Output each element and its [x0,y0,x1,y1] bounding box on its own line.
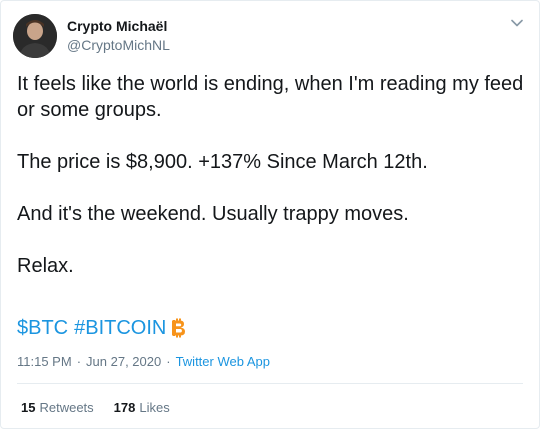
meta-separator: · [166,354,171,369]
tweet-paragraph: The price is $8,900. +137% Since March 1… [17,151,428,173]
author-display-name[interactable]: Crypto Michaël [67,17,170,36]
retweets-stat[interactable]: 15 Retweets [21,399,94,417]
tweet-header: Crypto Michaël @CryptoMichNL [13,11,170,61]
hashtag-link[interactable]: #BITCOIN [74,315,166,341]
tweet-time[interactable]: 11:15 PM [17,353,72,371]
meta-separator: · [76,354,82,369]
author-names: Crypto Michaël @CryptoMichNL [67,17,170,55]
retweets-count: 15 [21,400,36,415]
avatar[interactable] [13,14,57,58]
likes-label: Likes [139,400,170,415]
tweet-stats: 15 Retweets 178 Likes [21,399,170,417]
tweet-paragraph: It feels like the world is ending, when … [17,73,524,121]
tweet-meta: 11:15 PM · Jun 27, 2020 · Twitter Web Ap… [17,353,270,371]
tweet-date[interactable]: Jun 27, 2020 [86,353,161,371]
tweet-source-link[interactable]: Twitter Web App [176,353,270,371]
tweet-paragraph: And it's the weekend. Usually trappy mov… [17,203,409,225]
tweet-paragraph: Relax. [17,255,74,277]
likes-count: 178 [113,400,136,415]
retweets-label: Retweets [39,400,94,415]
tweet-card: Crypto Michaël @CryptoMichNL It feels li… [0,0,540,429]
likes-stat[interactable]: 178 Likes [114,399,170,417]
tweet-tags: $BTC #BITCOIN [17,315,187,341]
bitcoin-icon [169,318,187,338]
chevron-down-icon[interactable] [509,15,525,31]
author-handle[interactable]: @CryptoMichNL [67,36,170,55]
cashtag-link[interactable]: $BTC [17,315,68,341]
tweet-text: It feels like the world is ending, when … [17,71,527,279]
divider [17,383,523,384]
